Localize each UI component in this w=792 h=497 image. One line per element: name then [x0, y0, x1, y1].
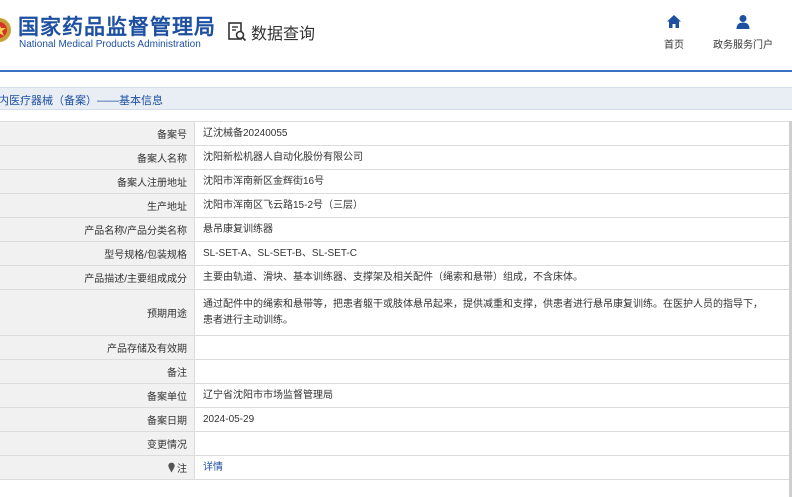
- row-label: 备案人名称: [0, 146, 195, 169]
- row-value: [195, 360, 792, 383]
- row-label: 备注: [0, 360, 195, 383]
- nav-home[interactable]: 首页: [661, 14, 687, 51]
- table-row: 备案日期 2024-05-29: [0, 408, 792, 432]
- brand-name-en[interactable]: National Medical Products Administration: [19, 39, 201, 50]
- nav-home-label: 首页: [664, 40, 684, 51]
- row-label: 备案人注册地址: [0, 170, 195, 193]
- row-value: 悬吊康复训练器: [203, 223, 273, 235]
- table-row: 产品描述/主要组成成分 主要由轨道、滑块、基本训练器、支撑架及相关配件（绳索和悬…: [0, 266, 792, 290]
- emblem-logo-icon: [0, 18, 11, 42]
- row-label: 备案号: [0, 122, 195, 145]
- data-query-label: 数据查询: [251, 26, 316, 43]
- table-row: 产品存储及有效期: [0, 336, 792, 360]
- row-value: [195, 432, 792, 455]
- row-value: 主要由轨道、滑块、基本训练器、支撑架及相关配件（绳索和悬带）组成，不含床体。: [203, 271, 583, 283]
- row-value: 辽沈械备20240055: [203, 127, 288, 139]
- row-value: 辽宁省沈阳市市场监督管理局: [203, 389, 333, 401]
- data-query-section: 数据查询: [227, 21, 315, 43]
- nav-service-portal-label: 政务服务门户: [713, 40, 773, 51]
- row-label: 生产地址: [0, 194, 195, 217]
- nav-service-portal[interactable]: 政务服务门户: [710, 14, 776, 51]
- detail-table: 备案号 辽沈械备20240055 备案人名称 沈阳新松机器人自动化股份有限公司 …: [0, 121, 792, 480]
- row-label: 备案单位: [0, 384, 195, 407]
- section-title: 内医疗器械（备案）——基本信息: [0, 95, 163, 107]
- table-row: 备案人注册地址 沈阳市浑南新区金辉街16号: [0, 170, 792, 194]
- row-label: 产品描述/主要组成成分: [0, 266, 195, 289]
- table-row: 预期用途 通过配件中的绳索和悬带等，把患者躯干或肢体悬吊起来，提供减重和支撑，供…: [0, 290, 792, 336]
- note-label: 注: [177, 464, 187, 475]
- table-row: 备注: [0, 360, 792, 384]
- pin-icon: [168, 462, 175, 473]
- row-label: 产品名称/产品分类名称: [0, 218, 195, 241]
- row-value: 沈阳市浑南区飞云路15-2号（三层）: [203, 199, 364, 211]
- row-label: 型号规格/包装规格: [0, 242, 195, 265]
- table-row: 注 详情: [0, 456, 792, 480]
- row-value: 沈阳市浑南新区金辉街16号: [203, 175, 325, 187]
- table-row: 备案人名称 沈阳新松机器人自动化股份有限公司: [0, 146, 792, 170]
- row-value: 沈阳新松机器人自动化股份有限公司: [203, 151, 363, 163]
- table-row: 变更情况: [0, 432, 792, 456]
- table-row: 备案单位 辽宁省沈阳市市场监督管理局: [0, 384, 792, 408]
- row-label: 变更情况: [0, 432, 195, 455]
- site-header: 国家药品监督管理局 National Medical Products Admi…: [0, 0, 792, 72]
- table-row: 生产地址 沈阳市浑南区飞云路15-2号（三层）: [0, 194, 792, 218]
- home-icon: [667, 15, 681, 28]
- row-label: 备案日期: [0, 408, 195, 431]
- details-link[interactable]: 详情: [203, 460, 223, 476]
- user-icon: [736, 15, 750, 29]
- row-value: SL-SET-A、SL-SET-B、SL-SET-C: [203, 247, 357, 259]
- row-label: 预期用途: [0, 290, 195, 335]
- table-row: 产品名称/产品分类名称 悬吊康复训练器: [0, 218, 792, 242]
- document-search-icon: [228, 22, 247, 42]
- row-value: 2024-05-29: [203, 413, 255, 425]
- table-row: 型号规格/包装规格 SL-SET-A、SL-SET-B、SL-SET-C: [0, 242, 792, 266]
- row-value: [195, 336, 792, 359]
- section-header: 内医疗器械（备案）——基本信息: [0, 87, 792, 110]
- row-value: 详情: [195, 456, 792, 479]
- row-label-note: 注: [0, 456, 195, 479]
- brand-name-cn[interactable]: 国家药品监督管理局: [18, 11, 216, 41]
- row-value: 通过配件中的绳索和悬带等，把患者躯干或肢体悬吊起来，提供减重和支撑，供患者进行悬…: [203, 298, 763, 326]
- row-label: 产品存储及有效期: [0, 336, 195, 359]
- table-row: 备案号 辽沈械备20240055: [0, 122, 792, 146]
